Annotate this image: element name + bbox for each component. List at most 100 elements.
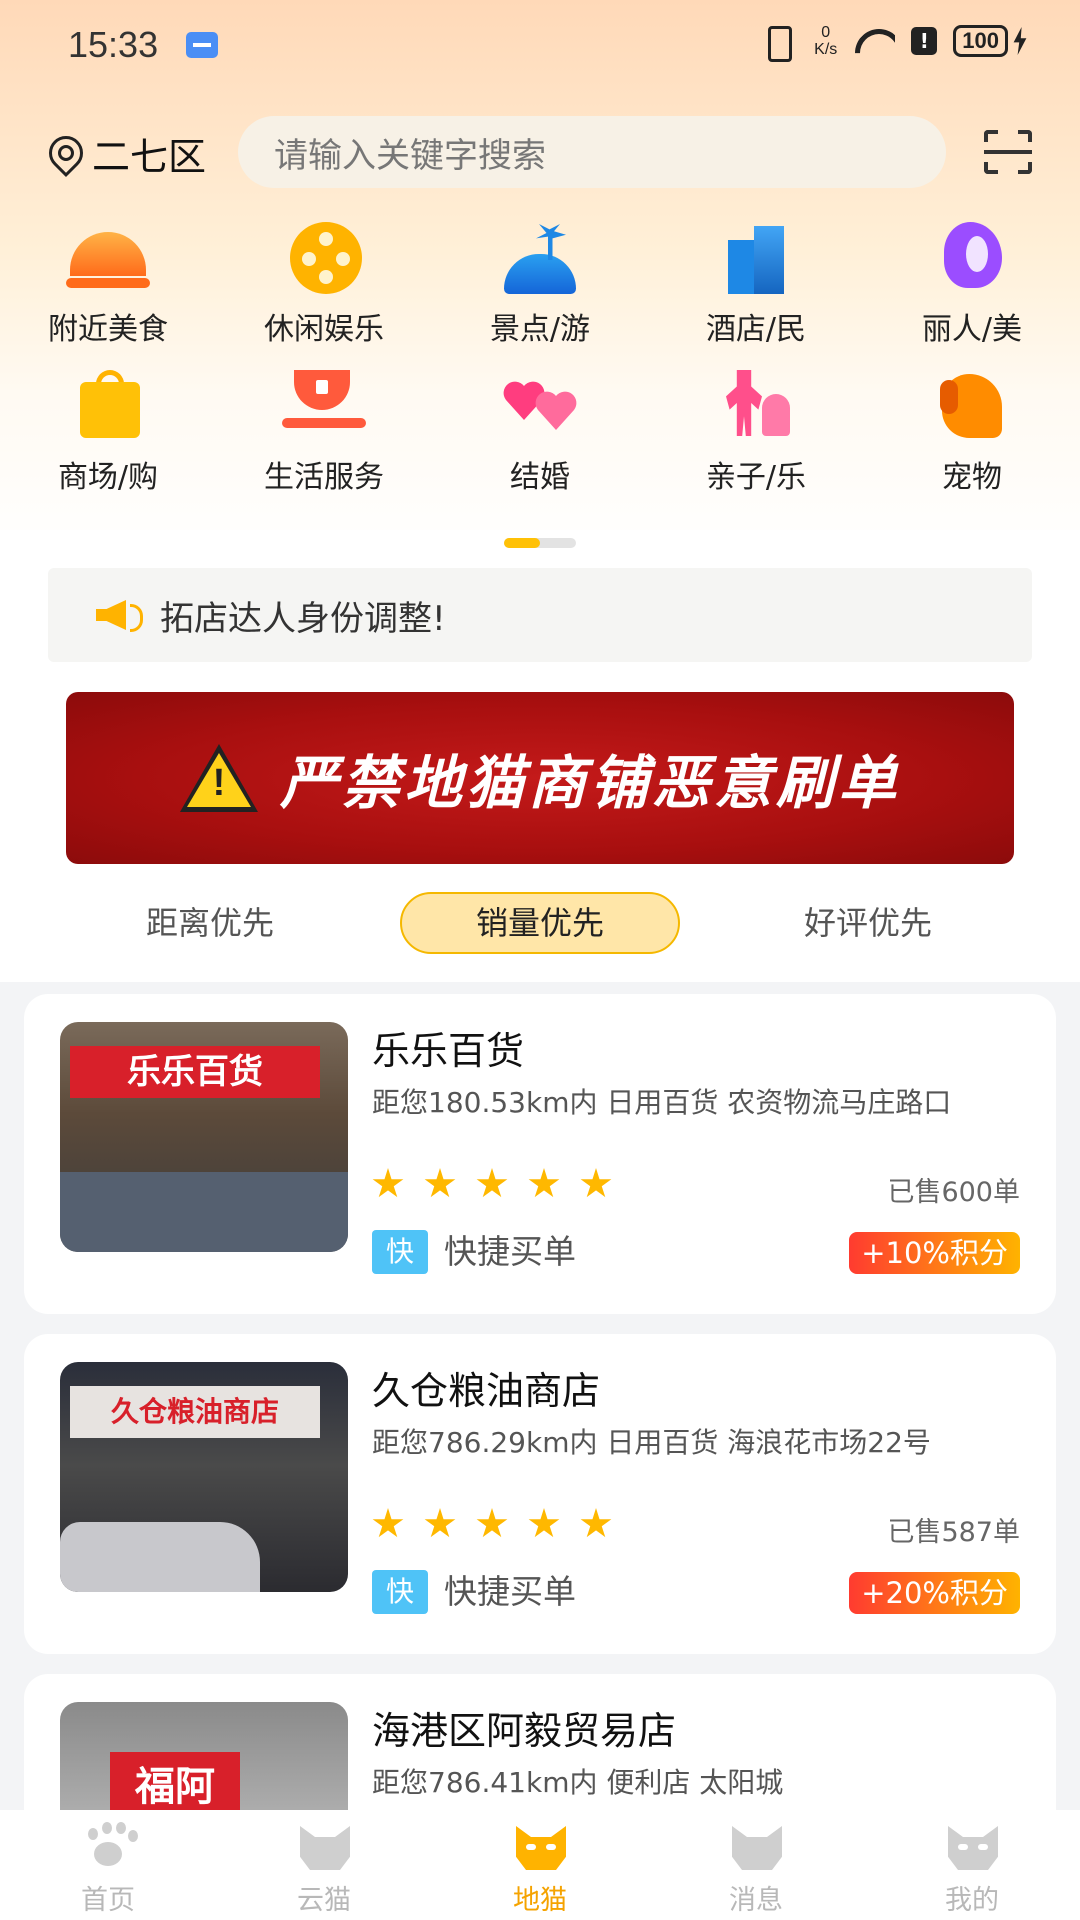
paw-icon bbox=[78, 1822, 138, 1874]
tab-rating[interactable]: 好评优先 bbox=[768, 892, 968, 954]
status-icons: 0 K/s ! 100 bbox=[758, 24, 1028, 62]
category-kids[interactable]: 亲子/乐 bbox=[648, 370, 864, 496]
fast-badge: 快 bbox=[372, 1570, 428, 1614]
shop-photo: 福阿 bbox=[60, 1702, 348, 1810]
battery-level: 100 bbox=[953, 25, 1008, 57]
ground-cat-icon bbox=[510, 1822, 570, 1874]
location-selector[interactable]: 二七区 bbox=[46, 126, 206, 181]
category-pet[interactable]: 宠物 bbox=[864, 370, 1080, 496]
category-label: 宠物 bbox=[942, 460, 1002, 495]
notice-text: 拓店达人身份调整! bbox=[160, 598, 446, 639]
film-reel-icon bbox=[282, 222, 366, 294]
category-wedding[interactable]: 结婚 bbox=[432, 370, 648, 496]
dog-icon bbox=[930, 370, 1014, 438]
vibrate-icon bbox=[758, 24, 798, 62]
search-input[interactable]: 请输入关键字搜索 bbox=[238, 116, 946, 188]
rating-stars bbox=[372, 1168, 612, 1200]
scan-icon[interactable] bbox=[984, 130, 1032, 174]
network-speed: 0 K/s bbox=[814, 24, 837, 58]
buildings-icon bbox=[714, 222, 798, 294]
speaker-icon bbox=[96, 596, 144, 634]
shop-card[interactable]: 福阿 海港区阿毅贸易店 距您786.41km内 便利店 太阳城 bbox=[24, 1674, 1056, 1810]
search-placeholder: 请输入关键字搜索 bbox=[274, 135, 546, 176]
category-label: 商场/购 bbox=[57, 460, 159, 495]
sold-count: 已售600单 bbox=[887, 1177, 1020, 1208]
nav-ground-cat[interactable]: 地猫 bbox=[432, 1810, 648, 1920]
location-name: 二七区 bbox=[92, 135, 207, 179]
star-icon bbox=[528, 1508, 560, 1538]
nav-messages[interactable]: 消息 bbox=[648, 1810, 864, 1920]
beauty-face-icon bbox=[930, 222, 1014, 290]
nav-label: 云猫 bbox=[297, 1885, 351, 1916]
tab-sales[interactable]: 销量优先 bbox=[400, 892, 680, 954]
category-mall[interactable]: 商场/购 bbox=[0, 370, 216, 496]
nav-cloud-cat[interactable]: 云猫 bbox=[216, 1810, 432, 1920]
shop-description: 距您786.29km内 日用百货 海浪花市场22号 bbox=[372, 1426, 931, 1459]
network-speed-unit: K/s bbox=[814, 41, 838, 58]
parent-child-icon bbox=[714, 370, 798, 438]
star-icon bbox=[580, 1508, 612, 1538]
shop-card[interactable]: 久仓粮油商店 久仓粮油商店 距您786.29km内 日用百货 海浪花市场22号 … bbox=[24, 1334, 1056, 1654]
warning-triangle-icon: ! bbox=[180, 744, 258, 812]
tab-distance[interactable]: 距离优先 bbox=[110, 892, 310, 954]
category-label: 结婚 bbox=[510, 460, 570, 495]
nav-home[interactable]: 首页 bbox=[0, 1810, 216, 1920]
category-label: 景点/游 bbox=[489, 312, 591, 347]
star-icon bbox=[372, 1168, 404, 1198]
shop-photo-sign: 福阿 bbox=[110, 1752, 240, 1810]
category-beauty[interactable]: 丽人/美 bbox=[864, 222, 1080, 348]
wifi-icon bbox=[853, 25, 895, 57]
category-hotel[interactable]: 酒店/民 bbox=[648, 222, 864, 348]
cloud-cat-icon bbox=[294, 1822, 354, 1874]
nav-label: 首页 bbox=[81, 1885, 135, 1916]
star-icon bbox=[476, 1508, 508, 1538]
points-badge: +10%积分 bbox=[849, 1232, 1020, 1274]
profile-cat-icon bbox=[942, 1822, 1002, 1874]
quick-pay-button[interactable]: 快捷买单 bbox=[444, 1570, 576, 1614]
warning-mark: ! bbox=[212, 762, 226, 804]
star-icon bbox=[580, 1168, 612, 1198]
quick-pay-button[interactable]: 快捷买单 bbox=[444, 1230, 576, 1274]
shop-name: 乐乐百货 bbox=[372, 1029, 525, 1073]
category-page-indicator bbox=[504, 538, 576, 548]
food-dome-icon bbox=[66, 222, 150, 290]
category-food[interactable]: 附近美食 bbox=[0, 222, 216, 348]
status-bar: 15:33 0 K/s ! 100 bbox=[0, 0, 1080, 90]
nav-label: 地猫 bbox=[513, 1885, 567, 1916]
fast-badge: 快 bbox=[372, 1230, 428, 1274]
category-label: 丽人/美 bbox=[921, 312, 1023, 347]
network-speed-value: 0 bbox=[821, 24, 831, 41]
banner-text: 严禁地猫商铺恶意刷单 bbox=[279, 749, 900, 817]
category-life-service[interactable]: 生活服务 bbox=[216, 370, 432, 496]
alert-icon: ! bbox=[911, 27, 938, 55]
message-cat-icon bbox=[726, 1822, 786, 1874]
page-indicator-active bbox=[504, 538, 540, 548]
nav-label: 消息 bbox=[729, 1885, 783, 1916]
star-icon bbox=[424, 1508, 456, 1538]
charging-bolt-icon bbox=[1013, 27, 1027, 55]
battery-indicator: 100 bbox=[953, 25, 1028, 57]
shop-name: 久仓粮油商店 bbox=[372, 1369, 601, 1413]
category-label: 生活服务 bbox=[264, 460, 384, 495]
hearts-icon bbox=[498, 370, 582, 438]
sort-tabs: 距离优先 销量优先 好评优先 bbox=[0, 892, 1080, 954]
shop-description: 距您180.53km内 日用百货 农资物流马庄路口 bbox=[372, 1086, 952, 1119]
sold-count: 已售587单 bbox=[887, 1517, 1020, 1548]
bottom-nav: 首页 云猫 地猫 消息 我的 bbox=[0, 1810, 1080, 1920]
nav-profile[interactable]: 我的 bbox=[864, 1810, 1080, 1920]
category-entertainment[interactable]: 休闲娱乐 bbox=[216, 222, 432, 348]
notice-bar[interactable]: 拓店达人身份调整! bbox=[48, 568, 1032, 662]
usb-icon bbox=[186, 32, 218, 58]
rating-stars bbox=[372, 1508, 612, 1540]
star-icon bbox=[372, 1508, 404, 1538]
status-time: 15:33 bbox=[68, 24, 159, 65]
shop-photo-sign: 乐乐百货 bbox=[70, 1046, 320, 1098]
tea-cup-icon bbox=[282, 370, 366, 438]
category-scenic[interactable]: 景点/游 bbox=[432, 222, 648, 348]
palm-island-icon bbox=[498, 222, 582, 294]
warning-banner[interactable]: ! 严禁地猫商铺恶意刷单 bbox=[66, 692, 1014, 864]
category-grid: 附近美食 休闲娱乐 景点/游 酒店/民 丽人/美 商场/购 生活服务 结婚 亲子… bbox=[0, 222, 1080, 496]
points-badge: +20%积分 bbox=[849, 1572, 1020, 1614]
shop-card[interactable]: 乐乐百货 乐乐百货 距您180.53km内 日用百货 农资物流马庄路口 已售60… bbox=[24, 994, 1056, 1314]
location-pin-icon bbox=[46, 135, 80, 173]
